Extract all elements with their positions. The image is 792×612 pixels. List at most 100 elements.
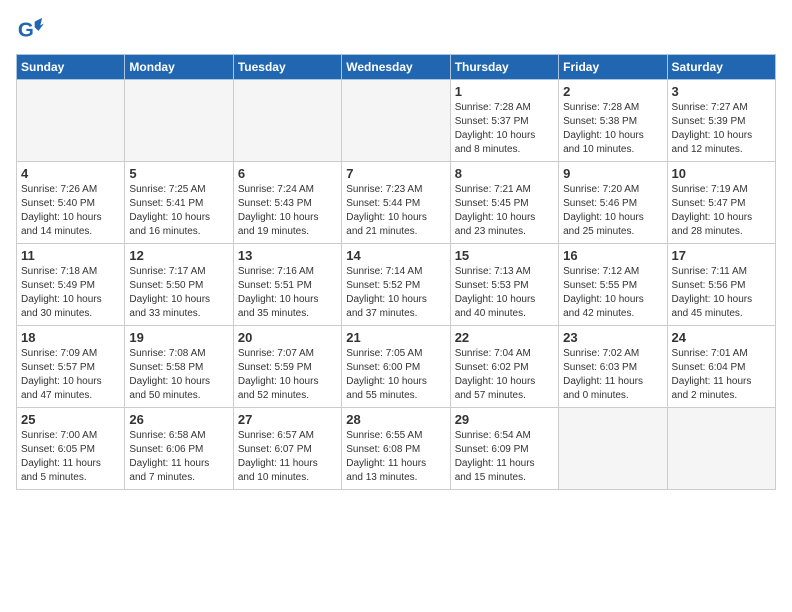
- calendar-cell: [559, 408, 667, 490]
- calendar-week-row: 25Sunrise: 7:00 AM Sunset: 6:05 PM Dayli…: [17, 408, 776, 490]
- calendar-cell: 12Sunrise: 7:17 AM Sunset: 5:50 PM Dayli…: [125, 244, 233, 326]
- calendar-week-row: 1 Sunrise: 7:28 AM Sunset: 5:37 PM Daylig…: [17, 80, 776, 162]
- calendar-cell: 1 Sunrise: 7:28 AM Sunset: 5:37 PM Daylig…: [450, 80, 558, 162]
- calendar-cell: 23 Sunrise: 7:02 AM Sunset: 6:03 PM Dayli…: [559, 326, 667, 408]
- day-info: Sunrise: 7:12 AM Sunset: 5:55 PM Dayligh…: [563, 265, 662, 321]
- calendar-cell: [667, 408, 775, 490]
- day-info: Sunrise: 7:28 AM Sunset: 5:38 PM Dayligh…: [563, 101, 662, 157]
- day-number: 28: [346, 412, 445, 427]
- day-info: Sunrise: 6:54 AM Sunset: 6:09 PM Dayligh…: [455, 429, 554, 485]
- calendar-cell: 16 Sunrise: 7:12 AM Sunset: 5:55 PM Dayli…: [559, 244, 667, 326]
- day-number: 5: [129, 166, 228, 181]
- calendar-cell: 8 Sunrise: 7:21 AM Sunset: 5:45 PM Daylig…: [450, 162, 558, 244]
- day-info: Sunrise: 7:19 AM Sunset: 5:47 PM Dayligh…: [672, 183, 771, 239]
- calendar-cell: 28 Sunrise: 6:55 AM Sunset: 6:08 PM Dayli…: [342, 408, 450, 490]
- calendar-cell: 14 Sunrise: 7:14 AM Sunset: 5:52 PM Dayli…: [342, 244, 450, 326]
- day-info: Sunrise: 7:01 AM Sunset: 6:04 PM Dayligh…: [672, 347, 771, 403]
- calendar-cell: 3 Sunrise: 7:27 AM Sunset: 5:39 PM Daylig…: [667, 80, 775, 162]
- day-number: 27: [238, 412, 337, 427]
- day-number: 16: [563, 248, 662, 263]
- calendar-week-row: 11 Sunrise: 7:18 AM Sunset: 5:49 PM Dayli…: [17, 244, 776, 326]
- calendar-cell: 4 Sunrise: 7:26 AM Sunset: 5:40 PM Daylig…: [17, 162, 125, 244]
- day-info: Sunrise: 7:28 AM Sunset: 5:37 PM Dayligh…: [455, 101, 554, 157]
- day-info: Sunrise: 7:02 AM Sunset: 6:03 PM Dayligh…: [563, 347, 662, 403]
- day-number: 12: [129, 248, 228, 263]
- calendar-cell: 26 Sunrise: 6:58 AM Sunset: 6:06 PM Dayli…: [125, 408, 233, 490]
- day-info: Sunrise: 7:11 AM Sunset: 5:56 PM Dayligh…: [672, 265, 771, 321]
- calendar-cell: 6Sunrise: 7:24 AM Sunset: 5:43 PM Daylig…: [233, 162, 341, 244]
- day-info: Sunrise: 7:04 AM Sunset: 6:02 PM Dayligh…: [455, 347, 554, 403]
- day-number: 22: [455, 330, 554, 345]
- day-number: 15: [455, 248, 554, 263]
- calendar-cell: 21 Sunrise: 7:05 AM Sunset: 6:00 PM Dayli…: [342, 326, 450, 408]
- day-number: 24: [672, 330, 771, 345]
- day-number: 26: [129, 412, 228, 427]
- day-number: 13: [238, 248, 337, 263]
- day-number: 14: [346, 248, 445, 263]
- calendar-cell: 24 Sunrise: 7:01 AM Sunset: 6:04 PM Dayli…: [667, 326, 775, 408]
- day-number: 23: [563, 330, 662, 345]
- day-info: Sunrise: 7:24 AM Sunset: 5:43 PM Dayligh…: [238, 183, 337, 239]
- page-header: G: [16, 16, 776, 44]
- day-number: 9: [563, 166, 662, 181]
- logo: G: [16, 16, 48, 44]
- column-header-friday: Friday: [559, 55, 667, 80]
- day-info: Sunrise: 7:25 AM Sunset: 5:41 PM Dayligh…: [129, 183, 228, 239]
- calendar-cell: 27 Sunrise: 6:57 AM Sunset: 6:07 PM Dayli…: [233, 408, 341, 490]
- calendar-week-row: 4 Sunrise: 7:26 AM Sunset: 5:40 PM Daylig…: [17, 162, 776, 244]
- calendar-cell: 20Sunrise: 7:07 AM Sunset: 5:59 PM Dayli…: [233, 326, 341, 408]
- day-info: Sunrise: 6:58 AM Sunset: 6:06 PM Dayligh…: [129, 429, 228, 485]
- calendar-cell: [233, 80, 341, 162]
- day-info: Sunrise: 6:55 AM Sunset: 6:08 PM Dayligh…: [346, 429, 445, 485]
- svg-text:G: G: [18, 19, 34, 42]
- calendar-cell: 11 Sunrise: 7:18 AM Sunset: 5:49 PM Dayli…: [17, 244, 125, 326]
- column-header-sunday: Sunday: [17, 55, 125, 80]
- day-info: Sunrise: 7:05 AM Sunset: 6:00 PM Dayligh…: [346, 347, 445, 403]
- day-number: 3: [672, 84, 771, 99]
- calendar-cell: 2 Sunrise: 7:28 AM Sunset: 5:38 PM Daylig…: [559, 80, 667, 162]
- day-info: Sunrise: 7:16 AM Sunset: 5:51 PM Dayligh…: [238, 265, 337, 321]
- column-header-wednesday: Wednesday: [342, 55, 450, 80]
- day-info: Sunrise: 7:21 AM Sunset: 5:45 PM Dayligh…: [455, 183, 554, 239]
- calendar-cell: 15 Sunrise: 7:13 AM Sunset: 5:53 PM Dayli…: [450, 244, 558, 326]
- day-number: 17: [672, 248, 771, 263]
- calendar-cell: 22 Sunrise: 7:04 AM Sunset: 6:02 PM Dayli…: [450, 326, 558, 408]
- day-number: 7: [346, 166, 445, 181]
- day-info: Sunrise: 7:20 AM Sunset: 5:46 PM Dayligh…: [563, 183, 662, 239]
- column-header-tuesday: Tuesday: [233, 55, 341, 80]
- calendar-cell: 25Sunrise: 7:00 AM Sunset: 6:05 PM Dayli…: [17, 408, 125, 490]
- day-number: 20: [238, 330, 337, 345]
- day-number: 19: [129, 330, 228, 345]
- day-number: 10: [672, 166, 771, 181]
- calendar-cell: 18 Sunrise: 7:09 AM Sunset: 5:57 PM Dayli…: [17, 326, 125, 408]
- column-header-saturday: Saturday: [667, 55, 775, 80]
- day-info: Sunrise: 7:23 AM Sunset: 5:44 PM Dayligh…: [346, 183, 445, 239]
- day-number: 11: [21, 248, 120, 263]
- day-info: Sunrise: 7:13 AM Sunset: 5:53 PM Dayligh…: [455, 265, 554, 321]
- calendar-table: SundayMondayTuesdayWednesdayThursdayFrid…: [16, 54, 776, 490]
- calendar-week-row: 18 Sunrise: 7:09 AM Sunset: 5:57 PM Dayli…: [17, 326, 776, 408]
- logo-icon: G: [16, 16, 44, 44]
- day-number: 18: [21, 330, 120, 345]
- day-number: 1: [455, 84, 554, 99]
- day-info: Sunrise: 6:57 AM Sunset: 6:07 PM Dayligh…: [238, 429, 337, 485]
- day-info: Sunrise: 7:14 AM Sunset: 5:52 PM Dayligh…: [346, 265, 445, 321]
- calendar-cell: 7 Sunrise: 7:23 AM Sunset: 5:44 PM Daylig…: [342, 162, 450, 244]
- calendar-cell: 13 Sunrise: 7:16 AM Sunset: 5:51 PM Dayli…: [233, 244, 341, 326]
- day-number: 25: [21, 412, 120, 427]
- day-info: Sunrise: 7:18 AM Sunset: 5:49 PM Dayligh…: [21, 265, 120, 321]
- calendar-cell: [125, 80, 233, 162]
- day-number: 21: [346, 330, 445, 345]
- calendar-cell: [17, 80, 125, 162]
- day-info: Sunrise: 7:26 AM Sunset: 5:40 PM Dayligh…: [21, 183, 120, 239]
- day-number: 4: [21, 166, 120, 181]
- calendar-header-row: SundayMondayTuesdayWednesdayThursdayFrid…: [17, 55, 776, 80]
- calendar-cell: 9 Sunrise: 7:20 AM Sunset: 5:46 PM Daylig…: [559, 162, 667, 244]
- day-info: Sunrise: 7:27 AM Sunset: 5:39 PM Dayligh…: [672, 101, 771, 157]
- day-info: Sunrise: 7:08 AM Sunset: 5:58 PM Dayligh…: [129, 347, 228, 403]
- day-number: 2: [563, 84, 662, 99]
- calendar-cell: 5 Sunrise: 7:25 AM Sunset: 5:41 PM Daylig…: [125, 162, 233, 244]
- day-number: 8: [455, 166, 554, 181]
- day-info: Sunrise: 7:09 AM Sunset: 5:57 PM Dayligh…: [21, 347, 120, 403]
- calendar-cell: [342, 80, 450, 162]
